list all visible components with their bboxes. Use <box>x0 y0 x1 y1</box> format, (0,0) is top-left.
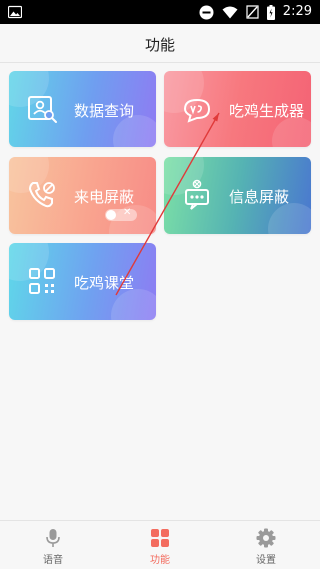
status-time: 2:29 <box>282 4 312 19</box>
app-bar: 功能 <box>0 24 320 63</box>
do-not-disturb-icon <box>199 5 214 19</box>
bottom-tab-bar: 语音 功能 设置 <box>0 520 320 569</box>
tab-functions[interactable]: 功能 <box>130 521 190 569</box>
microphone-icon <box>46 529 60 547</box>
qr-code-icon <box>29 268 55 294</box>
chat-bubble-icon <box>183 98 211 123</box>
tab-settings[interactable]: 设置 <box>236 521 296 569</box>
toggle-knob <box>106 210 116 220</box>
data-query-icon <box>28 96 57 123</box>
phone-block-icon <box>28 182 55 208</box>
tile-data-query[interactable]: 数据查询 <box>9 71 156 147</box>
status-bar: 2:29 <box>0 0 320 24</box>
tile-call-block[interactable]: 来电屏蔽 ✕ <box>9 157 156 234</box>
no-sim-icon <box>246 5 259 19</box>
image-icon <box>8 5 22 19</box>
toggle-off-icon: ✕ <box>123 207 132 218</box>
tile-message-block[interactable]: 信息屏蔽 <box>164 157 311 234</box>
grid-icon <box>151 529 169 547</box>
tile-label: 来电屏蔽 <box>74 188 135 206</box>
tile-chicken-generator[interactable]: 吃鸡生成器 <box>164 71 311 147</box>
gear-icon <box>256 528 276 548</box>
page-title: 功能 <box>144 36 175 54</box>
tab-settings-label: 设置 <box>256 555 276 566</box>
tab-voice[interactable]: 语音 <box>23 521 83 569</box>
tile-chicken-class[interactable]: 吃鸡课堂 <box>9 243 156 320</box>
message-block-icon <box>185 179 209 210</box>
wifi-icon <box>222 6 238 18</box>
call-block-toggle[interactable]: ✕ <box>105 207 137 221</box>
battery-icon <box>266 4 275 20</box>
tab-voice-label: 语音 <box>43 555 63 566</box>
tile-label: 吃鸡课堂 <box>74 274 135 292</box>
tile-label: 数据查询 <box>74 102 135 120</box>
tile-label: 信息屏蔽 <box>229 188 290 206</box>
tab-functions-label: 功能 <box>150 555 170 566</box>
tile-label: 吃鸡生成器 <box>229 102 305 120</box>
